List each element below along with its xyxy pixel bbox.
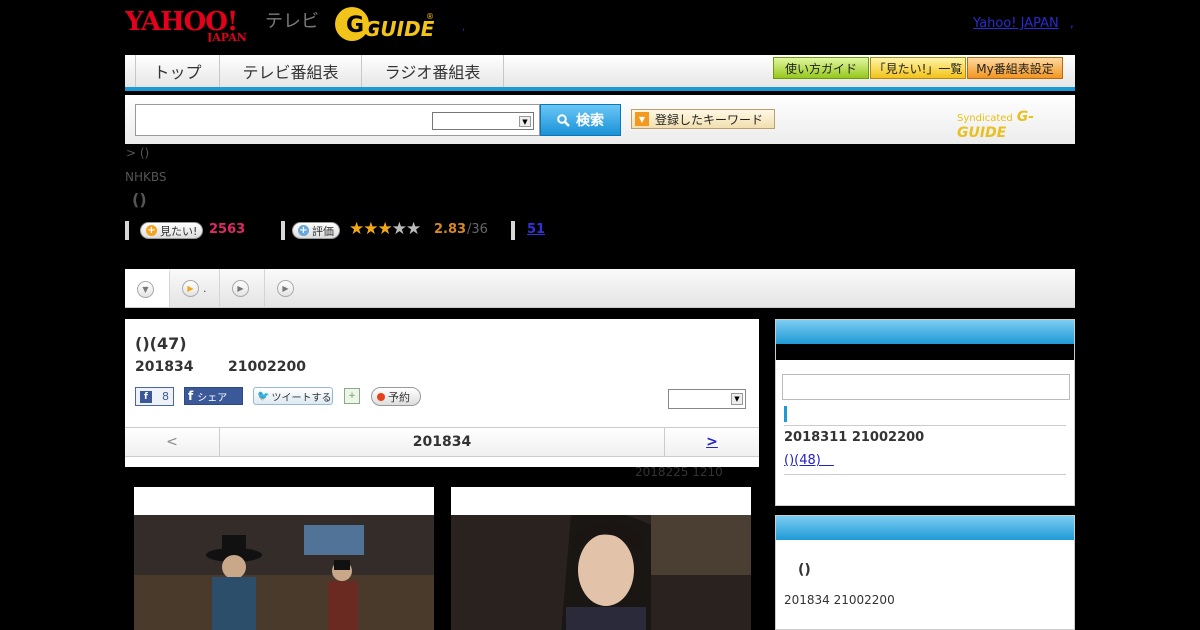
chevron-down-icon: ▼ <box>731 393 743 405</box>
header-separator: , <box>462 22 466 33</box>
facebook-share-label: シェア <box>197 392 228 404</box>
usage-guide-button[interactable]: 使い方ガイド <box>773 57 869 79</box>
my-schedule-settings-button[interactable]: My番組表設定 <box>967 57 1063 79</box>
registered-keyword-button[interactable]: ▼ 登録したキーワード <box>631 109 775 129</box>
nav-tab-radio-schedule[interactable]: ラジオ番組表 <box>362 55 504 87</box>
reserve-label: 予約 <box>388 390 410 404</box>
svg-text:®: ® <box>426 12 434 21</box>
rating-value: 2.83 <box>434 222 467 237</box>
plus-icon: + <box>298 225 309 236</box>
tweet-label: ツイートする <box>271 392 332 404</box>
review-count-link[interactable]: 51 <box>527 222 545 237</box>
calendar-add-icon[interactable]: + <box>344 388 360 404</box>
syndicated-gguide-logo: Syndicated G-GUIDE <box>957 109 1075 141</box>
sidebar-box-header <box>776 320 1074 344</box>
related-program-title[interactable]: () <box>798 562 811 578</box>
facebook-like-button[interactable]: f 8 <box>135 387 174 406</box>
gguide-logo[interactable]: G GUIDE ® <box>334 5 435 43</box>
divider <box>511 221 515 240</box>
scene-photo <box>451 511 751 630</box>
episode-time: 21002200 <box>228 359 306 375</box>
yahoo-japan-logo[interactable]: YAHOO! JAPAN <box>124 6 262 44</box>
episode-date: 201834 <box>135 359 194 375</box>
tab-label: . <box>203 281 207 295</box>
tab-4[interactable]: ▶ <box>265 269 310 307</box>
related-program-date: 201834 21002200 <box>784 593 895 607</box>
star-rating: ★★★★★ <box>349 219 421 239</box>
episode-panel: ()(47) 201834 21002200 f 8 f シェア 🐦 ツイートす… <box>125 319 759 467</box>
yahoo-japan-link[interactable]: Yahoo! JAPAN <box>973 16 1059 31</box>
record-dot-icon <box>377 392 385 401</box>
search-bar: ▼ 検索 ▼ 登録したキーワード Syndicated G-GUIDE <box>125 95 1075 144</box>
rate-button[interactable]: + 評価 <box>292 222 340 239</box>
scene-photo <box>134 515 434 630</box>
facebook-like-count: 8 <box>162 390 169 403</box>
updated-timestamp: 2018225 1210 <box>635 465 723 479</box>
episode-image-2[interactable] <box>451 487 751 630</box>
prev-episode-button[interactable]: < <box>125 428 220 456</box>
episode-title: ()(47) <box>135 334 187 353</box>
mitai-button-label: 見たい! <box>160 224 198 238</box>
svg-text:GUIDE: GUIDE <box>364 17 434 41</box>
svg-text:JAPAN: JAPAN <box>206 31 247 42</box>
chevron-down-icon: ▼ <box>519 116 531 127</box>
facebook-share-button[interactable]: f シェア <box>184 387 243 405</box>
section-marker <box>784 406 787 422</box>
search-button[interactable]: 検索 <box>540 104 621 136</box>
reserve-button[interactable]: 予約 <box>371 387 421 406</box>
episode-pager: < 201834 > <box>125 427 759 457</box>
sidebar-box-header <box>776 516 1074 540</box>
sidebar-field <box>782 374 1070 400</box>
facebook-icon: f <box>188 389 194 403</box>
play-icon: ▶ <box>182 279 199 297</box>
next-episode-link[interactable]: > <box>664 428 759 456</box>
tv-label: テレビ <box>265 11 319 32</box>
pager-date: 201834 <box>412 434 472 450</box>
rate-button-label: 評価 <box>312 224 334 238</box>
tab-3[interactable]: ▶ <box>220 269 265 307</box>
plus-icon: + <box>146 225 157 236</box>
play-icon: ▶ <box>277 279 294 297</box>
mitai-count: 2563 <box>209 222 246 237</box>
sidebar-box-next-broadcast: 201831‌1 21002200 ()(48) <box>775 319 1075 506</box>
search-category-select[interactable]: ▼ <box>432 112 534 130</box>
search-icon <box>557 113 570 127</box>
divider <box>784 425 1066 426</box>
breadcrumb: > () <box>126 146 150 160</box>
syndicated-label: Syndicated <box>957 113 1013 124</box>
triangle-down-icon: ▼ <box>635 112 649 126</box>
rating-count: /36 <box>467 222 488 237</box>
sidebar-box-related: () 201834 21002200 <box>775 515 1075 630</box>
program-tabs: ▼ ▶ . ▶ ▶ <box>125 269 1075 308</box>
tweet-button[interactable]: 🐦 ツイートする <box>253 387 333 405</box>
nav-tab-tv-schedule[interactable]: テレビ番組表 <box>220 55 362 87</box>
divider <box>125 221 129 240</box>
mitai-list-button[interactable]: 「見たい!」一覧 <box>870 57 966 79</box>
header-separator-right: , <box>1070 16 1074 30</box>
svg-text:G: G <box>346 13 364 38</box>
station-name: NHKBS <box>125 170 167 184</box>
next-episode-title-link[interactable]: ()(48) <box>784 449 834 468</box>
sidebar-box-subheader <box>776 344 1074 360</box>
episode-select[interactable]: ▼ <box>668 389 746 409</box>
tab-program-info[interactable]: ▼ <box>125 269 170 307</box>
search-button-label: 検索 <box>576 113 604 129</box>
next-broadcast-date: 201831‌1 21002200 <box>784 430 925 445</box>
episode-image-1[interactable] <box>134 487 434 630</box>
chevron-down-icon: ▼ <box>137 281 154 298</box>
play-icon: ▶ <box>232 279 249 297</box>
mitai-button[interactable]: + 見たい! <box>140 222 204 239</box>
divider <box>784 474 1066 475</box>
global-nav: トップ テレビ番組表 ラジオ番組表 使い方ガイド 「見たい!」一覧 My番組表設… <box>125 55 1075 91</box>
tab-2[interactable]: ▶ . <box>170 269 220 307</box>
nav-tab-top[interactable]: トップ <box>135 55 220 87</box>
registered-keyword-label: 登録したキーワード <box>655 112 764 127</box>
divider <box>281 221 285 240</box>
program-title: () <box>132 190 147 209</box>
twitter-bird-icon: 🐦 <box>257 390 270 402</box>
facebook-icon: f <box>140 390 152 403</box>
